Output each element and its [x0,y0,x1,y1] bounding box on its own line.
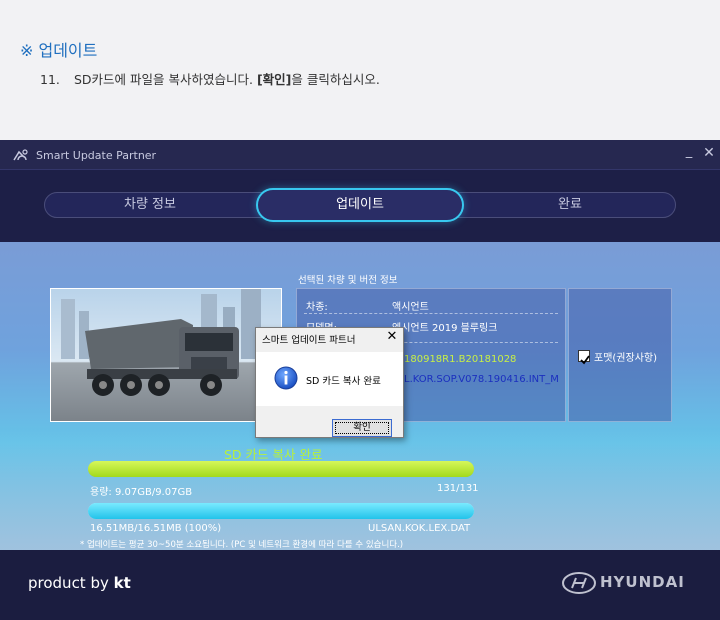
ok-button[interactable]: 확인 [332,419,392,437]
info-section-label: 선택된 차량 및 버전 정보 [298,275,398,286]
section-heading: ※ 업데이트 [20,41,98,60]
kt-logo: kt [113,574,131,592]
app-logo-icon [13,149,28,161]
tab-vehicle-info[interactable]: 차량 정보 [44,192,256,218]
new-version-value: L.KOR.SOP.V078.190416.INT_M [404,374,559,385]
vehicle-image [50,288,282,422]
tab-update[interactable]: 업데이트 [256,188,464,222]
step-bold: [확인] [256,72,292,87]
hyundai-logo-icon [562,572,596,594]
message-dialog: 스마트 업데이트 파트너 ✕ SD 카드 복사 완료 확인 [255,327,404,438]
tab-complete[interactable]: 완료 [464,192,676,218]
truck-illustration [61,289,261,396]
format-checkbox[interactable] [578,350,590,365]
step-text-before: SD카드에 파일을 복사하였습니다. [74,72,257,87]
document-area: ※ 업데이트 11. SD카드에 파일을 복사하였습니다. [확인]을 클릭하십시… [0,0,720,140]
format-option-label: 포맷(권장사항) [594,353,658,364]
vehicle-type-key: 차종: [306,302,328,313]
dialog-title: 스마트 업데이트 파트너 [262,335,356,346]
info-icon [274,366,298,390]
model-name-value: 엑시언트 2019 블루링크 [392,323,498,334]
title-bar: Smart Update Partner _ ✕ [0,140,720,170]
minimize-button[interactable]: _ [682,144,696,164]
product-by-label: product by [28,574,114,592]
dialog-close-button[interactable]: ✕ [384,329,400,344]
checkmark-icon [580,355,590,365]
file-progress-fill [88,503,474,519]
vehicle-type-value: 액시언트 [392,302,429,313]
close-button[interactable]: ✕ [702,145,716,165]
duration-note: * 업데이트는 평균 30~50분 소요됩니다. (PC 및 네트워크 환경에 … [80,540,404,550]
step-number: 11. [40,72,60,87]
step-text-after: 을 클릭하십시오. [291,72,380,87]
current-filename: ULSAN.KOK.LEX.DAT [368,523,471,534]
file-count: 131/131 [437,483,479,494]
app-title: Smart Update Partner [36,149,157,162]
capacity-text: 용량: 9.07GB/9.07GB [90,487,193,498]
instruction-step: 11. SD카드에 파일을 복사하였습니다. [확인]을 클릭하십시오. [40,69,380,88]
dialog-body: SD 카드 복사 완료 [256,352,403,406]
current-version-value: 180918R1.B20181028 [404,354,517,365]
dialog-message: SD 카드 복사 완료 [306,376,381,387]
capacity-progress-fill [88,461,474,477]
hyundai-logo-text: HYUNDAI [600,573,685,591]
product-by: product by kt [28,574,131,592]
info-divider [304,313,558,314]
file-size-text: 16.51MB/16.51MB (100%) [90,523,222,534]
